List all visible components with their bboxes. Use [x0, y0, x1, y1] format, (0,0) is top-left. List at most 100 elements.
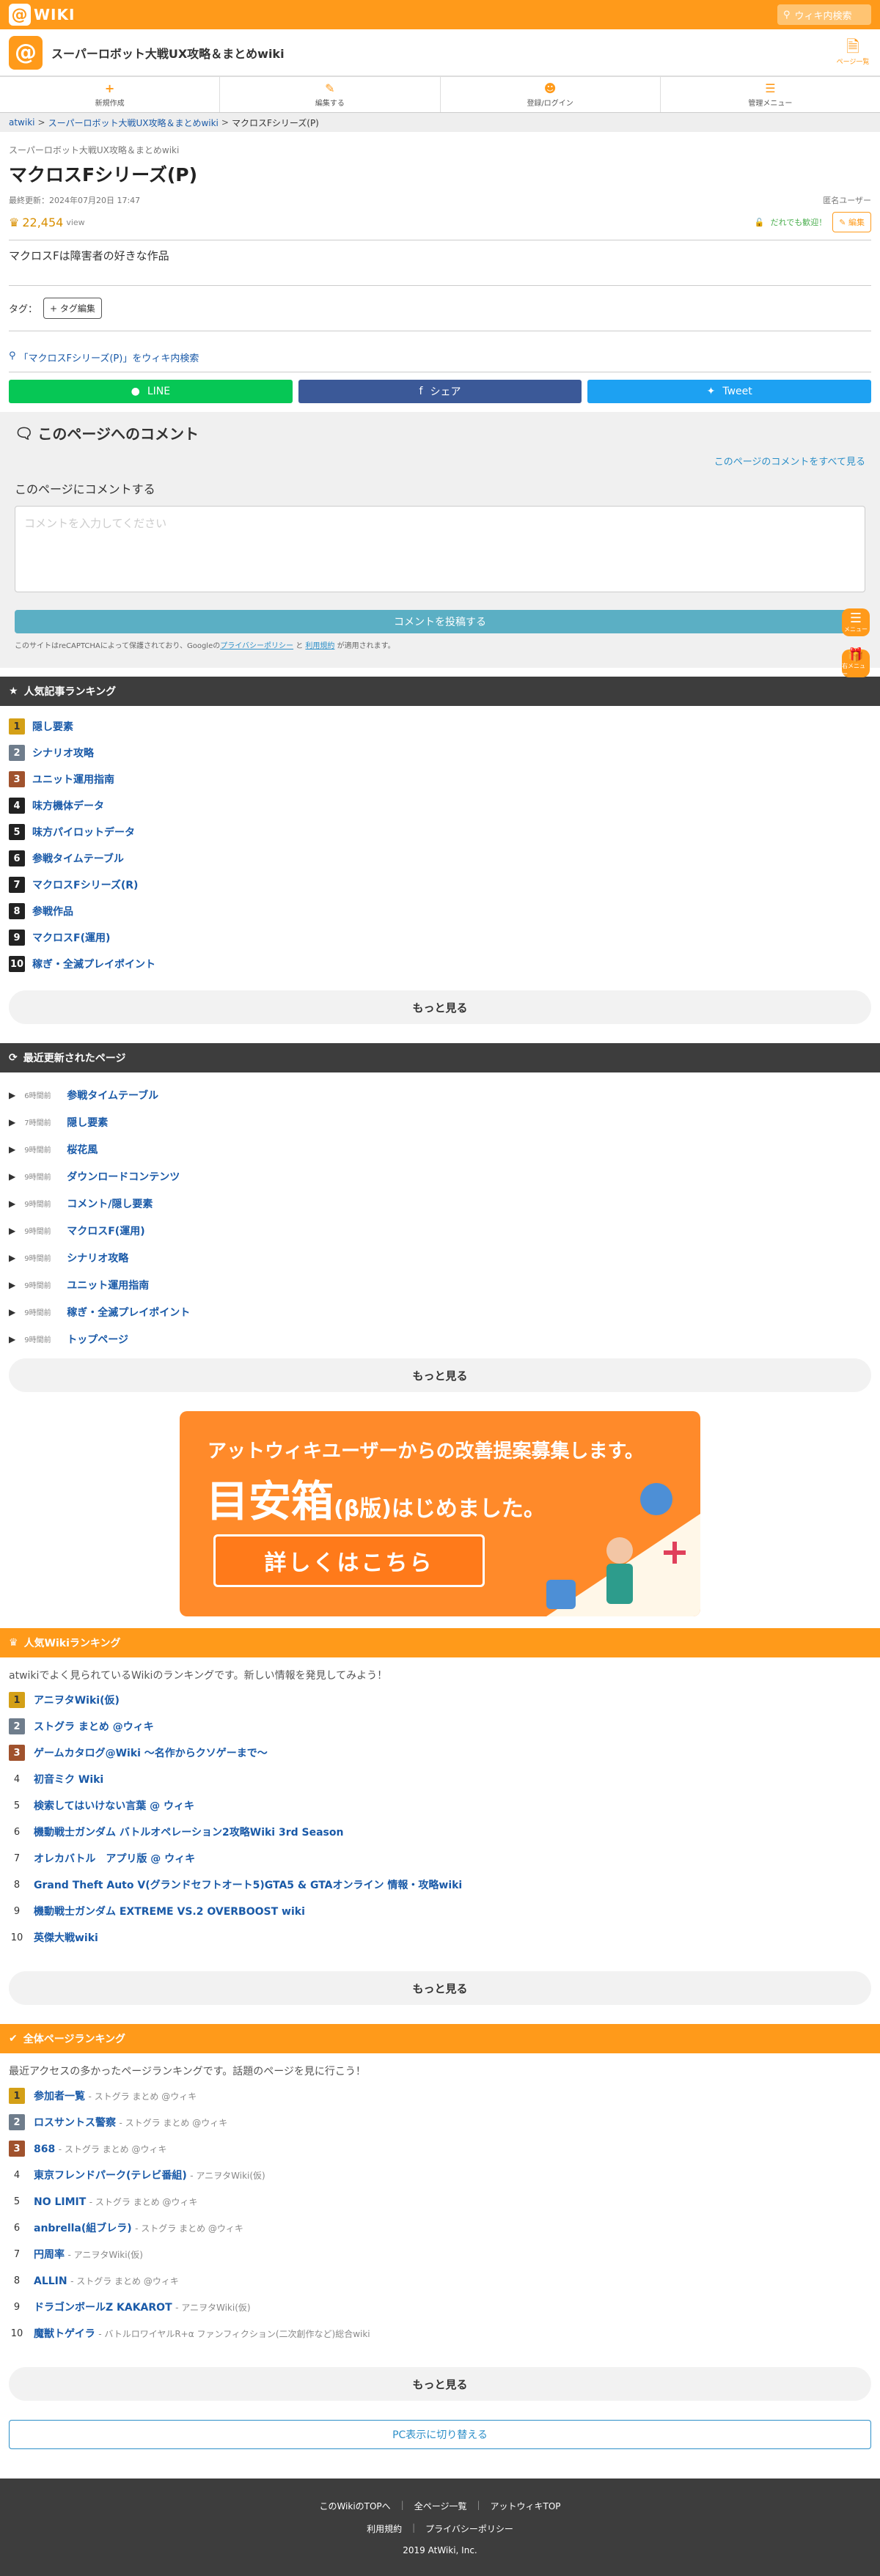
page-link[interactable]: 円周率: [34, 2249, 65, 2261]
popular-link[interactable]: シナリオ攻略: [32, 746, 94, 760]
footer-all-pages[interactable]: 全ページ一覧: [414, 2500, 467, 2512]
recent-item[interactable]: ▶ 9時間前 稼ぎ・全滅プレイポイント: [9, 1298, 871, 1325]
admin-menu-button[interactable]: ☰ 管理メニュー: [661, 77, 880, 112]
page-link[interactable]: 868: [34, 2143, 55, 2155]
wiki-rank-item[interactable]: 5 検索してはいけない言葉 @ ウィキ: [9, 1792, 871, 1819]
wiki-ranking-more-button[interactable]: もっと見る: [9, 1971, 871, 2005]
page-link[interactable]: anbrella(組ブレラ): [34, 2223, 132, 2234]
recent-link[interactable]: シナリオ攻略: [67, 1251, 128, 1265]
page-rank-item[interactable]: 2 ロスサントス警察 - ストグラ まとめ @ウィキ: [9, 2109, 871, 2135]
page-list-button[interactable]: 🗎 ページ一覧: [835, 39, 871, 67]
footer-wiki-top[interactable]: このWikiのTOPへ: [319, 2500, 390, 2512]
wiki-link[interactable]: Grand Theft Auto V(グランドセフトオート5)GTA5 & GT…: [34, 1877, 462, 1892]
wiki-link[interactable]: 初音ミク Wiki: [34, 1772, 103, 1786]
popular-item[interactable]: 8 参戦作品: [9, 898, 871, 924]
wiki-rank-item[interactable]: 8 Grand Theft Auto V(グランドセフトオート5)GTA5 & G…: [9, 1872, 871, 1898]
popular-link[interactable]: 稼ぎ・全滅プレイポイント: [32, 957, 155, 971]
popular-item[interactable]: 4 味方機体データ: [9, 792, 871, 819]
popular-link[interactable]: 参戦タイムテーブル: [32, 851, 124, 866]
wiki-link[interactable]: オレカバトル アプリ版 @ ウィキ: [34, 1851, 195, 1866]
page-rank-item[interactable]: 1 参加者一覧 - ストグラ まとめ @ウィキ: [9, 2083, 871, 2109]
recent-item[interactable]: ▶ 6時間前 参戦タイムテーブル: [9, 1081, 871, 1108]
float-right-menu-button[interactable]: 🎁 右メニュー: [842, 649, 870, 677]
popular-item[interactable]: 5 味方パイロットデータ: [9, 819, 871, 845]
share-twitter-button[interactable]: ✦ Tweet: [587, 380, 872, 403]
terms-link[interactable]: 利用規約: [305, 642, 334, 650]
recent-link[interactable]: 隠し要素: [67, 1115, 108, 1130]
popular-item[interactable]: 6 参戦タイムテーブル: [9, 845, 871, 872]
all-comments-link[interactable]: このページのコメントをすべて見る: [714, 457, 865, 468]
recent-item[interactable]: ▶ 9時間前 桜花風: [9, 1136, 871, 1163]
breadcrumb-site[interactable]: スーパーロボット大戦UX攻略＆まとめwiki: [48, 117, 219, 129]
recent-item[interactable]: ▶ 7時間前 隠し要素: [9, 1108, 871, 1136]
recent-item[interactable]: ▶ 9時間前 ダウンロードコンテンツ: [9, 1163, 871, 1190]
comment-textarea[interactable]: コメントを入力してください: [15, 506, 865, 592]
post-comment-button[interactable]: コメントを投稿する: [15, 610, 865, 633]
recent-link[interactable]: 参戦タイムテーブル: [67, 1088, 158, 1103]
atwiki-logo[interactable]: @ WIKI: [9, 4, 75, 26]
page-rank-item[interactable]: 10 魔獣トゲイラ - バトルロワイヤルR+α ファンフィクション(二次創作など)…: [9, 2320, 871, 2347]
wiki-link[interactable]: アニヲタWiki(仮): [34, 1693, 120, 1707]
page-rank-item[interactable]: 5 NO LIMIT - ストグラ まとめ @ウィキ: [9, 2188, 871, 2215]
footer-atwiki-top[interactable]: アットウィキTOP: [491, 2500, 561, 2512]
popular-link[interactable]: ユニット運用指南: [32, 772, 114, 787]
popular-link[interactable]: 隠し要素: [32, 719, 73, 734]
recent-link[interactable]: ダウンロードコンテンツ: [67, 1169, 180, 1184]
wiki-link[interactable]: ストグラ まとめ @ウィキ: [34, 1719, 154, 1734]
wiki-link[interactable]: 検索してはいけない言葉 @ ウィキ: [34, 1798, 194, 1813]
page-rank-item[interactable]: 9 ドラゴンボールZ KAKAROT - アニヲタWiki(仮): [9, 2294, 871, 2320]
popular-item[interactable]: 2 シナリオ攻略: [9, 740, 871, 766]
recent-link[interactable]: ユニット運用指南: [67, 1278, 149, 1292]
wiki-rank-item[interactable]: 2 ストグラ まとめ @ウィキ: [9, 1713, 871, 1740]
page-rank-item[interactable]: 8 ALLIN - ストグラ まとめ @ウィキ: [9, 2267, 871, 2294]
page-rank-item[interactable]: 7 円周率 - アニヲタWiki(仮): [9, 2241, 871, 2267]
popular-item[interactable]: 9 マクロスF(運用): [9, 924, 871, 951]
privacy-link[interactable]: プライバシーポリシー: [220, 642, 293, 650]
page-ranking-more-button[interactable]: もっと見る: [9, 2367, 871, 2401]
popular-link[interactable]: マクロスF(運用): [32, 930, 110, 945]
float-menu-button[interactable]: ☰ メニュー: [842, 608, 870, 636]
wiki-rank-item[interactable]: 7 オレカバトル アプリ版 @ ウィキ: [9, 1845, 871, 1872]
share-line-button[interactable]: ● LINE: [9, 380, 293, 403]
wiki-rank-item[interactable]: 6 機動戦士ガンダム バトルオペレーション2攻略Wiki 3rd Season: [9, 1819, 871, 1845]
share-facebook-button[interactable]: f シェア: [298, 380, 582, 403]
wiki-rank-item[interactable]: 1 アニヲタWiki(仮): [9, 1687, 871, 1713]
page-rank-item[interactable]: 6 anbrella(組ブレラ) - ストグラ まとめ @ウィキ: [9, 2215, 871, 2241]
popular-more-button[interactable]: もっと見る: [9, 990, 871, 1024]
recent-link[interactable]: コメント/隠し要素: [67, 1196, 153, 1211]
pc-view-button[interactable]: PC表示に切り替える: [9, 2420, 871, 2449]
wiki-rank-item[interactable]: 3 ゲームカタログ@Wiki ～名作からクソゲーまで～: [9, 1740, 871, 1766]
edit-page-button[interactable]: ✎ 編集する: [220, 77, 441, 112]
popular-item[interactable]: 1 隠し要素: [9, 713, 871, 740]
footer-privacy[interactable]: プライバシーポリシー: [425, 2522, 513, 2535]
login-button[interactable]: ☻ 登録/ログイン: [441, 77, 661, 112]
page-link[interactable]: 参加者一覧: [34, 2091, 85, 2102]
popular-item[interactable]: 7 マクロスFシリーズ(R): [9, 872, 871, 898]
page-link[interactable]: 魔獣トゲイラ: [34, 2328, 95, 2340]
recent-link[interactable]: 稼ぎ・全滅プレイポイント: [67, 1305, 190, 1320]
tag-edit-button[interactable]: + タグ編集: [43, 298, 102, 319]
banner-details-button[interactable]: 詳しくはこちら: [213, 1534, 485, 1587]
recent-link[interactable]: 桜花風: [67, 1142, 98, 1157]
recent-link[interactable]: トップページ: [67, 1332, 128, 1347]
recent-more-button[interactable]: もっと見る: [9, 1358, 871, 1392]
edit-button[interactable]: ✎ 編集: [832, 212, 871, 232]
footer-terms[interactable]: 利用規約: [367, 2522, 402, 2535]
search-input[interactable]: ⚲ ウィキ内検索: [777, 4, 871, 25]
new-page-button[interactable]: + 新規作成: [0, 77, 221, 112]
page-link[interactable]: 東京フレンドパーク(テレビ番組): [34, 2170, 187, 2182]
page-rank-item[interactable]: 3 868 - ストグラ まとめ @ウィキ: [9, 2135, 871, 2162]
wiki-link[interactable]: 機動戦士ガンダム バトルオペレーション2攻略Wiki 3rd Season: [34, 1825, 343, 1839]
wiki-rank-item[interactable]: 4 初音ミク Wiki: [9, 1766, 871, 1792]
page-link[interactable]: ロスサントス警察: [34, 2117, 116, 2129]
popular-link[interactable]: マクロスFシリーズ(R): [32, 877, 138, 892]
wiki-link[interactable]: 英傑大戦wiki: [34, 1930, 98, 1945]
wiki-rank-item[interactable]: 9 機動戦士ガンダム EXTREME VS.2 OVERBOOST wiki: [9, 1898, 871, 1924]
popular-link[interactable]: 参戦作品: [32, 904, 73, 919]
wiki-link[interactable]: ゲームカタログ@Wiki ～名作からクソゲーまで～: [34, 1745, 268, 1760]
site-title[interactable]: スーパーロボット大戦UX攻略＆まとめwiki: [51, 44, 826, 62]
popular-link[interactable]: 味方パイロットデータ: [32, 825, 135, 839]
page-link[interactable]: ALLIN: [34, 2275, 67, 2287]
site-icon[interactable]: @: [9, 35, 43, 70]
suggestion-box-banner[interactable]: アットウィキユーザーからの改善提案募集します。 目安箱(β版)はじめました。 詳…: [180, 1411, 700, 1616]
